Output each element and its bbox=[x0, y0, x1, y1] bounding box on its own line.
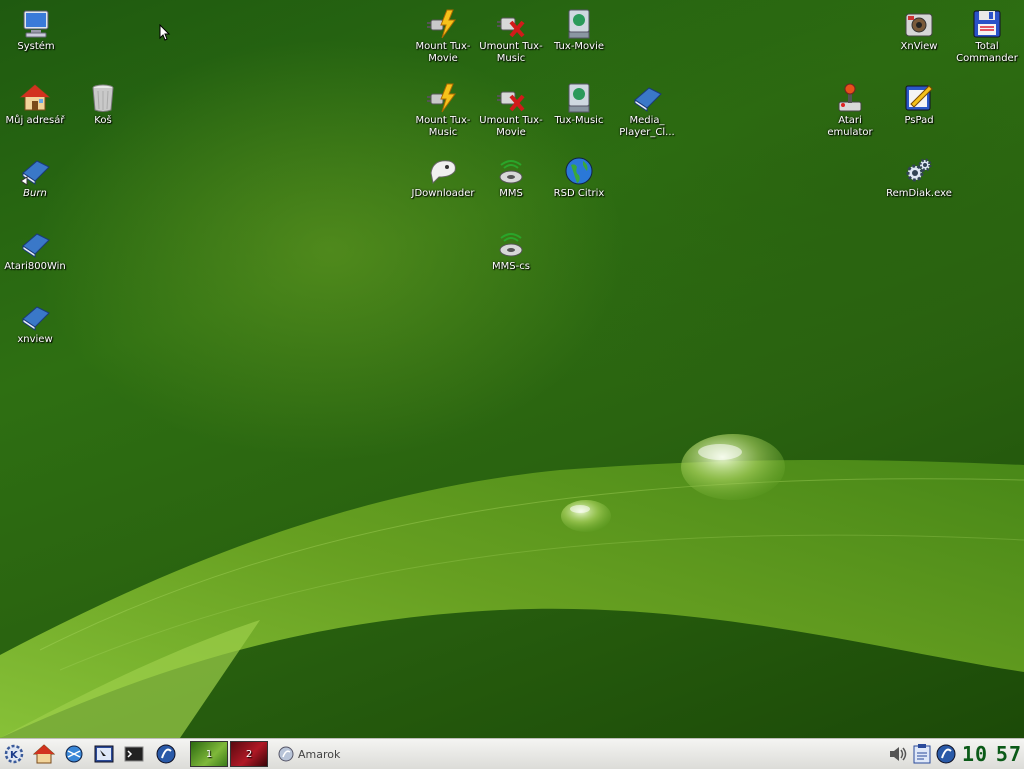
umount-tux-movie-shortcut[interactable]: Umount Tux-Movie bbox=[476, 82, 546, 139]
clock-hours: 10 bbox=[962, 742, 989, 766]
pager-desktop-1-label: 1 bbox=[205, 748, 213, 760]
rsd-citrix-shortcut[interactable]: RSD Citrix bbox=[544, 155, 614, 200]
terminal-icon bbox=[124, 746, 144, 762]
home-folder-shortcut[interactable]: Můj adresář bbox=[0, 82, 70, 127]
xnview-link-shortcut[interactable]: xnview bbox=[0, 301, 70, 346]
xnview-link-label: xnview bbox=[17, 334, 53, 345]
total-commander-label: Total Commander bbox=[956, 41, 1018, 64]
konqueror-icon bbox=[65, 745, 83, 763]
amarok-icon bbox=[278, 746, 294, 762]
umount-plug-icon bbox=[497, 91, 525, 112]
home-folder-icon bbox=[33, 744, 55, 764]
terminal-button[interactable] bbox=[122, 742, 146, 766]
book-icon bbox=[634, 87, 662, 112]
umount-tux-music-label: Umount Tux-Music bbox=[479, 41, 543, 64]
atari800-shortcut[interactable]: Atari800Win bbox=[0, 228, 70, 273]
mount-tux-music-label: Mount Tux-Music bbox=[415, 115, 471, 138]
task-amarok[interactable]: Amarok bbox=[278, 743, 478, 765]
system-icon[interactable]: Systém bbox=[1, 8, 71, 53]
joystick-icon bbox=[838, 83, 862, 112]
clock[interactable]: 10 57 bbox=[962, 742, 1022, 766]
pspad-label: PsPad bbox=[904, 115, 934, 126]
total-commander-shortcut[interactable]: Total Commander bbox=[952, 8, 1022, 65]
tux-movie-label: Tux-Movie bbox=[553, 41, 605, 52]
taskbar: K 1 2 Amarok 10 57 bbox=[0, 738, 1024, 769]
pager-desktop-2-label: 2 bbox=[245, 748, 253, 760]
globe-icon bbox=[565, 157, 593, 185]
konqueror-button[interactable] bbox=[62, 742, 86, 766]
mms-cs-shortcut[interactable]: MMS-cs bbox=[476, 228, 546, 273]
mount-tux-movie-shortcut[interactable]: Mount Tux-Movie bbox=[408, 8, 478, 65]
klipper-icon bbox=[913, 744, 931, 764]
mms-disc-icon bbox=[499, 233, 523, 257]
computer-icon bbox=[23, 10, 49, 38]
desktop[interactable]: Systém Můj adresář Koš Burn Atari800Win … bbox=[0, 0, 1024, 738]
mms-cs-label: MMS-cs bbox=[492, 261, 530, 272]
book-icon bbox=[22, 306, 50, 331]
xnview-app-shortcut[interactable]: XnView bbox=[884, 8, 954, 53]
drive-icon bbox=[568, 83, 590, 113]
mount-plug-icon bbox=[427, 83, 456, 113]
volume-icon bbox=[890, 747, 907, 761]
amarok-launcher-button[interactable] bbox=[154, 742, 178, 766]
trash-label: Koš bbox=[94, 115, 112, 126]
remdiak-label: RemDiak.exe bbox=[886, 188, 952, 199]
atari800-label: Atari800Win bbox=[4, 261, 66, 272]
task-amarok-label: Amarok bbox=[298, 747, 341, 761]
book-link-icon bbox=[20, 160, 50, 186]
trash-icon bbox=[92, 84, 114, 112]
system-settings-button[interactable] bbox=[92, 742, 116, 766]
trash-shortcut[interactable]: Koš bbox=[68, 82, 138, 127]
tux-movie-shortcut[interactable]: Tux-Movie bbox=[544, 8, 614, 53]
umount-tux-music-shortcut[interactable]: Umount Tux-Music bbox=[476, 8, 546, 65]
burn-shortcut[interactable]: Burn bbox=[0, 155, 70, 200]
home-folder-button[interactable] bbox=[32, 742, 56, 766]
jdownloader-label: JDownloader bbox=[411, 188, 475, 199]
amarok-icon bbox=[156, 744, 176, 764]
pager-desktop-2[interactable]: 2 bbox=[230, 741, 268, 767]
tux-music-shortcut[interactable]: Tux-Music bbox=[544, 82, 614, 127]
drive-icon bbox=[568, 9, 590, 39]
volume-tray-button[interactable] bbox=[887, 743, 909, 765]
svg-text:K: K bbox=[10, 750, 19, 761]
xnview-camera-icon bbox=[905, 13, 933, 37]
book-icon bbox=[22, 233, 50, 258]
umount-tux-movie-label: Umount Tux-Movie bbox=[479, 115, 543, 138]
pager-desktop-1[interactable]: 1 bbox=[190, 741, 228, 767]
tux-music-label: Tux-Music bbox=[554, 115, 604, 126]
kde-menu-icon: K bbox=[4, 744, 24, 764]
home-label: Můj adresář bbox=[5, 115, 65, 126]
clock-minutes: 57 bbox=[995, 742, 1022, 766]
atari-emulator-label: Atari emulator bbox=[827, 115, 873, 138]
system-settings-icon bbox=[94, 745, 114, 763]
system-label: Systém bbox=[17, 41, 55, 52]
rsd-citrix-label: RSD Citrix bbox=[553, 188, 605, 199]
pspad-shortcut[interactable]: PsPad bbox=[884, 82, 954, 127]
mouse-cursor-icon bbox=[159, 24, 171, 41]
mms-label: MMS bbox=[499, 188, 523, 199]
xnview-app-label: XnView bbox=[900, 41, 938, 52]
jdownloader-shortcut[interactable]: JDownloader bbox=[408, 155, 478, 200]
mount-plug-icon bbox=[427, 9, 456, 39]
mms-shortcut[interactable]: MMS bbox=[476, 155, 546, 200]
gears-icon bbox=[906, 158, 932, 182]
media-player-shortcut[interactable]: Media_ Player_Cl... bbox=[612, 82, 682, 139]
home-icon bbox=[19, 84, 51, 111]
pspad-editor-icon bbox=[905, 85, 933, 111]
mms-disc-icon bbox=[499, 160, 523, 184]
mount-tux-music-shortcut[interactable]: Mount Tux-Music bbox=[408, 82, 478, 139]
media-player-label: Media_ Player_Cl... bbox=[619, 115, 675, 138]
jdownloader-icon bbox=[430, 160, 456, 185]
klipper-tray-button[interactable] bbox=[911, 743, 933, 765]
amarok-tray-icon bbox=[936, 744, 956, 764]
umount-plug-icon bbox=[497, 17, 525, 38]
remdiak-shortcut[interactable]: RemDiak.exe bbox=[884, 155, 954, 200]
amarok-tray-button[interactable] bbox=[935, 743, 957, 765]
burn-label: Burn bbox=[23, 188, 47, 199]
mount-tux-movie-label: Mount Tux-Movie bbox=[415, 41, 471, 64]
kde-menu-button[interactable]: K bbox=[2, 742, 26, 766]
floppy-disk-icon bbox=[973, 10, 1001, 38]
atari-emulator-shortcut[interactable]: Atari emulator bbox=[815, 82, 885, 139]
